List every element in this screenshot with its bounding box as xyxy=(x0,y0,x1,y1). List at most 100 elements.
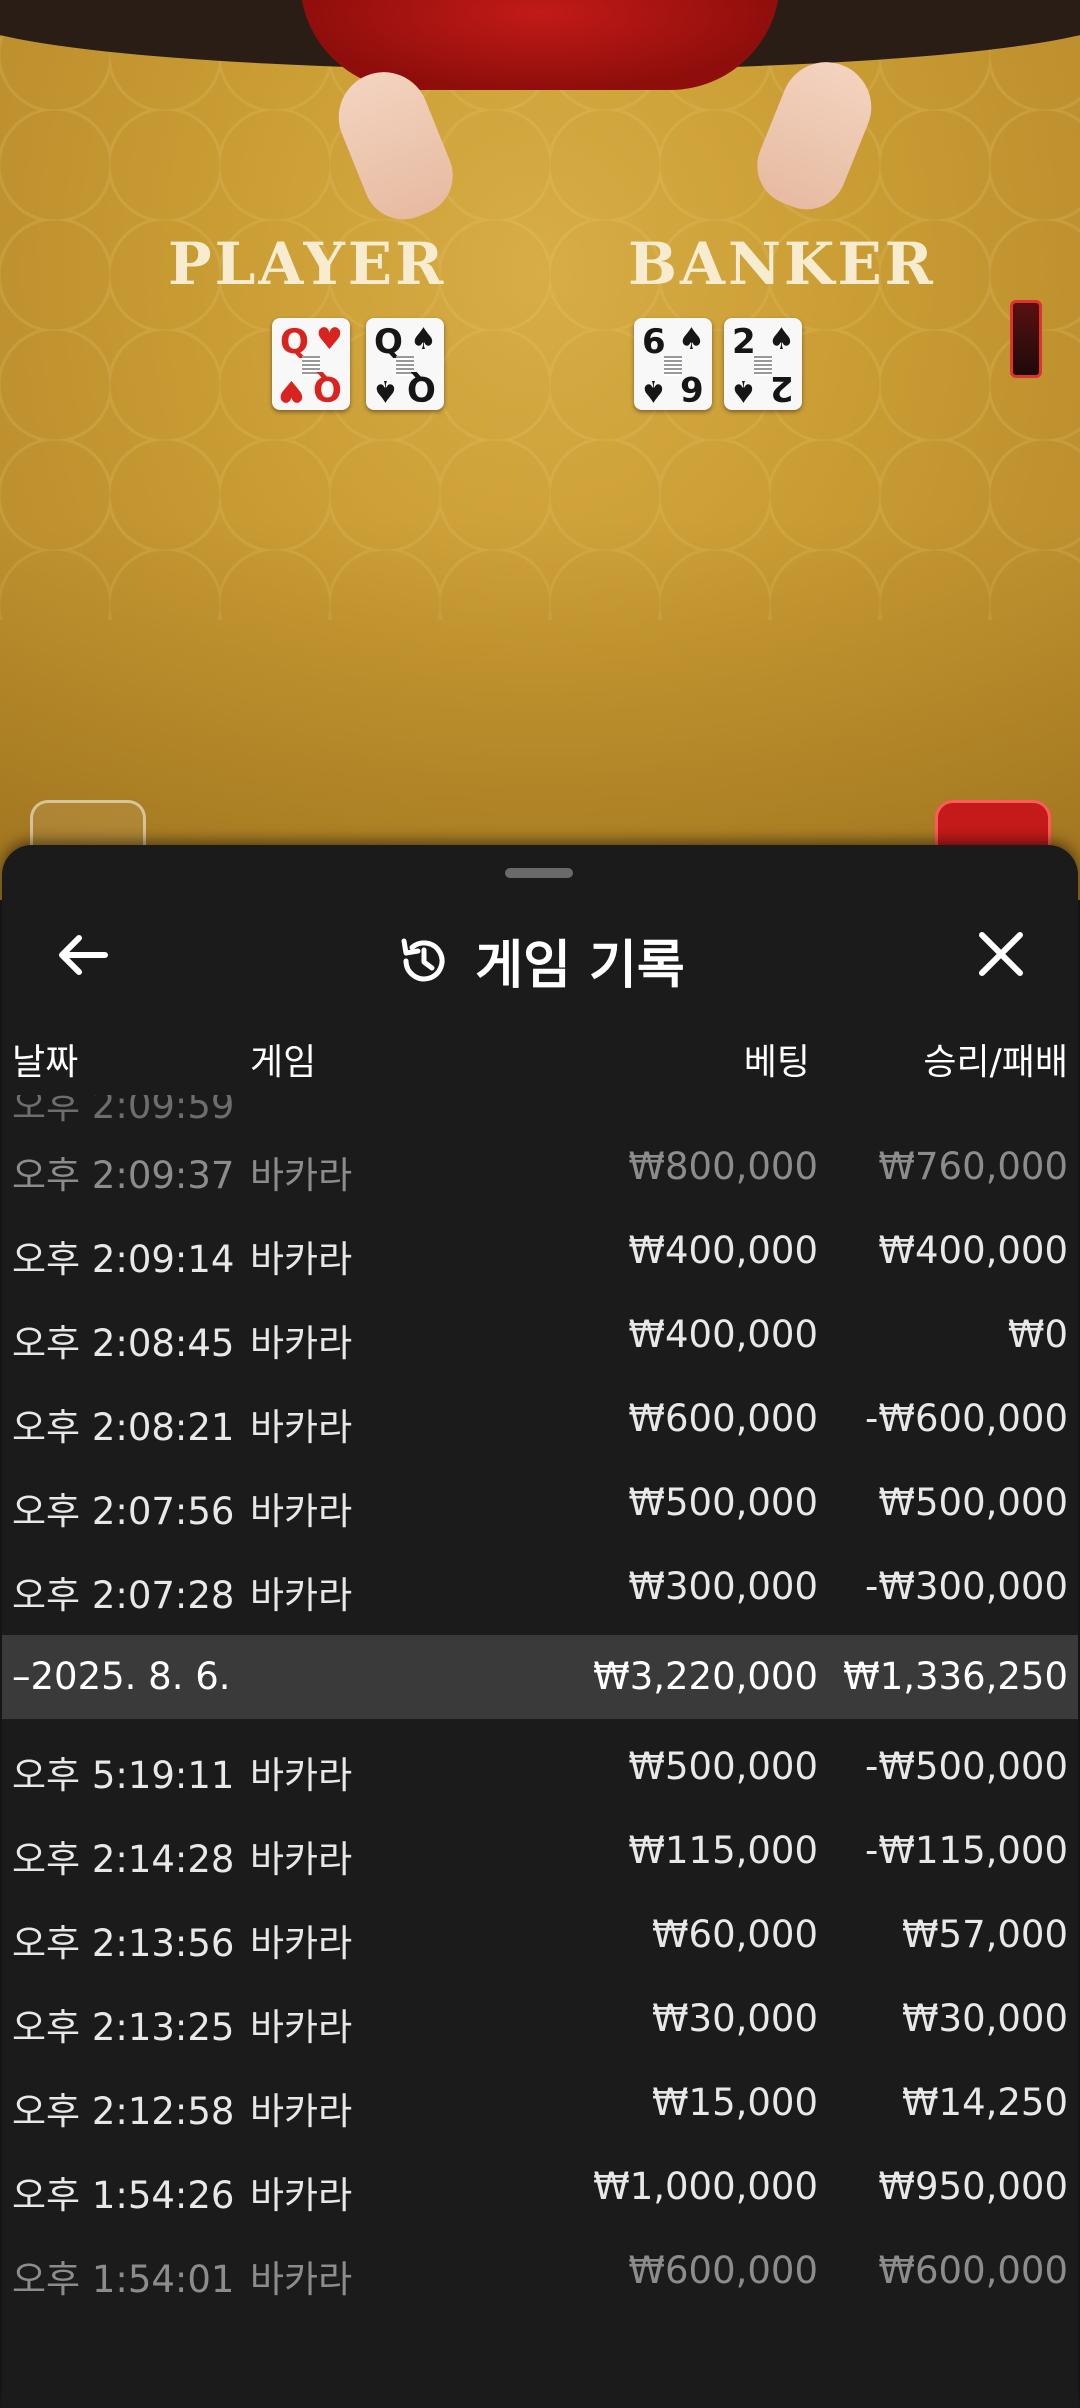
day-summary-date: –2025. 8. 6. xyxy=(12,1655,231,1698)
card-suit: ♠ xyxy=(768,322,795,357)
row-time: 오후 2:08:21 xyxy=(12,1406,235,1449)
row-bet: ₩500,000 xyxy=(628,1745,818,1788)
card-suit: ♥ xyxy=(278,373,305,408)
table-row[interactable]: 오후 2:07:28 바카라 ₩300,000 -₩300,000 xyxy=(2,1545,1078,1629)
row-time: 오후 2:07:56 xyxy=(12,1490,235,1533)
table-row[interactable]: 오후 1:54:01 바카라 ₩600,000 ₩600,000 xyxy=(2,2229,1078,2313)
row-game: 바카라 xyxy=(250,1154,353,1197)
history-icon xyxy=(395,932,453,990)
row-bet: ₩800,000 xyxy=(628,1145,818,1188)
table-row[interactable]: 오후 5:19:11 바카라 ₩500,000 -₩500,000 xyxy=(2,1725,1078,1809)
card-shoe xyxy=(1010,300,1042,378)
baccarat-table-video: PLAYER BANKER Q ♥ ♥ Q Q ♠ ♠ Q 6 ♠ ♠ 6 2 … xyxy=(0,0,1080,900)
table-row[interactable]: 오후 2:08:45 바카라 ₩400,000 ₩0 xyxy=(2,1293,1078,1377)
row-game: 바카라 xyxy=(250,1754,353,1797)
card-rank: Q xyxy=(313,368,342,408)
player-card-1: Q ♥ ♥ Q xyxy=(272,318,350,410)
table-column-headers: 날짜 게임 베팅 승리/패배 xyxy=(2,1023,1078,1083)
banker-card-2: 2 ♠ ♠ 2 xyxy=(724,318,802,410)
row-result: ₩14,250 xyxy=(901,2081,1068,2124)
row-time: 오후 2:14:28 xyxy=(12,1838,235,1881)
row-result: ₩950,000 xyxy=(878,2165,1068,2208)
row-time: 오후 2:13:25 xyxy=(12,2006,235,2049)
row-result: ₩30,000 xyxy=(901,1997,1068,2040)
card-suit: ♠ xyxy=(640,373,667,408)
row-time: 오후 2:08:45 xyxy=(12,1322,235,1365)
card-rank: 6 xyxy=(680,368,704,408)
row-bet: ₩400,000 xyxy=(628,1313,818,1356)
row-game: 바카라 xyxy=(250,1922,353,1965)
row-bet: ₩600,000 xyxy=(628,1397,818,1440)
table-row[interactable]: 오후 2:09:37 바카라 ₩800,000 ₩760,000 xyxy=(2,1125,1078,1209)
card-rank: 2 xyxy=(732,322,756,362)
row-result: -₩115,000 xyxy=(865,1829,1068,1872)
banker-card-1: 6 ♠ ♠ 6 xyxy=(634,318,712,410)
card-suit: ♠ xyxy=(410,322,437,357)
row-game: 바카라 xyxy=(250,1490,353,1533)
row-result: ₩57,000 xyxy=(901,1913,1068,1956)
table-row-partial: 오후 2:09:59 xyxy=(12,1095,235,1125)
row-game: 바카라 xyxy=(250,2258,353,2301)
row-bet: ₩30,000 xyxy=(651,1997,818,2040)
row-game: 바카라 xyxy=(250,1238,353,1281)
card-suit: ♠ xyxy=(678,322,705,357)
table-row[interactable]: 오후 2:14:28 바카라 ₩115,000 -₩115,000 xyxy=(2,1809,1078,1893)
column-header-bet: 베팅 xyxy=(743,1042,810,1083)
table-shade xyxy=(0,520,1080,900)
row-result: ₩500,000 xyxy=(878,1481,1068,1524)
sheet-title: 게임 기록 xyxy=(475,936,685,996)
column-header-result: 승리/패배 xyxy=(923,1042,1068,1083)
banker-zone-label: BANKER xyxy=(628,230,936,298)
row-game: 바카라 xyxy=(250,1838,353,1881)
table-row[interactable]: 오후 2:13:56 바카라 ₩60,000 ₩57,000 xyxy=(2,1893,1078,1977)
history-list[interactable]: 오후 2:09:59 오후 2:09:37 바카라 ₩800,000 ₩760,… xyxy=(2,1095,1078,2313)
game-history-sheet: 게임 기록 날짜 게임 베팅 승리/패배 오후 2:09:59 오후 2:09:… xyxy=(2,845,1078,2408)
card-suit: ♥ xyxy=(316,322,343,357)
sheet-drag-handle[interactable] xyxy=(505,868,573,878)
card-rank: 6 xyxy=(642,322,666,362)
table-row[interactable]: 오후 1:54:26 바카라 ₩1,000,000 ₩950,000 xyxy=(2,2145,1078,2229)
row-game: 바카라 xyxy=(250,2090,353,2133)
column-header-game: 게임 xyxy=(250,1042,317,1083)
player-card-2: Q ♠ ♠ Q xyxy=(366,318,444,410)
row-game: 바카라 xyxy=(250,1322,353,1365)
card-suit: ♠ xyxy=(372,373,399,408)
table-row[interactable]: 오후 2:09:14 바카라 ₩400,000 ₩400,000 xyxy=(2,1209,1078,1293)
row-bet: ₩115,000 xyxy=(628,1829,818,1872)
row-game: 바카라 xyxy=(250,1406,353,1449)
row-time: 오후 5:19:11 xyxy=(12,1754,235,1797)
row-bet: ₩600,000 xyxy=(628,2249,818,2292)
row-bet: ₩60,000 xyxy=(651,1913,818,1956)
sheet-title-group: 게임 기록 xyxy=(2,923,1078,998)
row-bet: ₩1,000,000 xyxy=(593,2165,818,2208)
table-row[interactable]: 오후 2:12:58 바카라 ₩15,000 ₩14,250 xyxy=(2,2061,1078,2145)
row-result: -₩600,000 xyxy=(865,1397,1068,1440)
row-game: 바카라 xyxy=(250,1574,353,1617)
row-bet: ₩500,000 xyxy=(628,1481,818,1524)
day-summary-bet-total: ₩3,220,000 xyxy=(593,1655,818,1698)
row-bet: ₩300,000 xyxy=(628,1565,818,1608)
row-result: -₩500,000 xyxy=(865,1745,1068,1788)
row-bet: ₩15,000 xyxy=(651,2081,818,2124)
table-row[interactable]: 오후 2:13:25 바카라 ₩30,000 ₩30,000 xyxy=(2,1977,1078,2061)
row-time: 오후 1:54:01 xyxy=(12,2258,235,2301)
column-header-date: 날짜 xyxy=(12,1042,79,1083)
day-summary-result-total: ₩1,336,250 xyxy=(843,1655,1068,1698)
row-game: 바카라 xyxy=(250,2174,353,2217)
card-suit: ♠ xyxy=(730,373,757,408)
card-rank: Q xyxy=(407,368,436,408)
row-time: 오후 2:07:28 xyxy=(12,1574,235,1617)
table-row[interactable]: 오후 2:08:21 바카라 ₩600,000 -₩600,000 xyxy=(2,1377,1078,1461)
row-game: 바카라 xyxy=(250,2006,353,2049)
close-button[interactable] xyxy=(966,921,1036,987)
table-row[interactable]: 오후 2:07:56 바카라 ₩500,000 ₩500,000 xyxy=(2,1461,1078,1545)
day-summary-row[interactable]: –2025. 8. 6. ₩3,220,000 ₩1,336,250 xyxy=(2,1635,1078,1719)
player-zone-label: PLAYER xyxy=(168,230,447,298)
card-rank: 2 xyxy=(770,368,794,408)
row-result: ₩400,000 xyxy=(878,1229,1068,1272)
row-time: 오후 2:13:56 xyxy=(12,1922,235,1965)
row-result: ₩0 xyxy=(1007,1313,1068,1356)
row-time: 오후 2:12:58 xyxy=(12,2090,235,2133)
row-result: ₩760,000 xyxy=(878,1145,1068,1188)
row-time: 오후 2:09:14 xyxy=(12,1238,235,1281)
